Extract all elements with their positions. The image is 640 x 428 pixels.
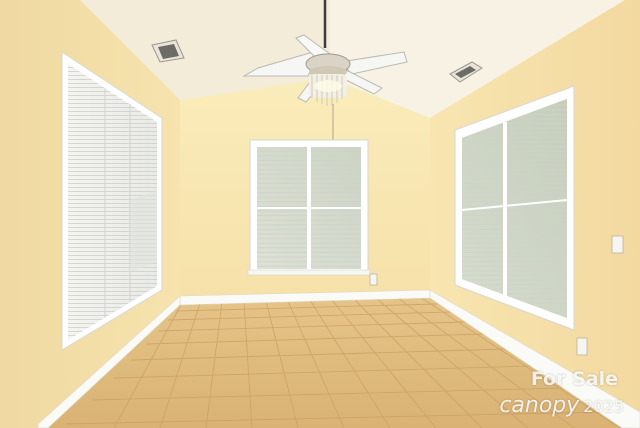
center-window — [247, 139, 371, 276]
room-photo: For Sale canopy 2025 — [0, 0, 640, 428]
room-illustration — [0, 0, 640, 428]
watermark-brand: canopy 2025 — [499, 393, 624, 418]
watermark-brand-name: canopy — [499, 393, 580, 418]
right-wall-outlet — [576, 337, 588, 356]
light-switch — [611, 235, 624, 254]
watermark-for-sale: For Sale — [530, 368, 618, 390]
back-wall-outlet — [369, 273, 378, 286]
watermark-year: 2025 — [583, 397, 624, 416]
